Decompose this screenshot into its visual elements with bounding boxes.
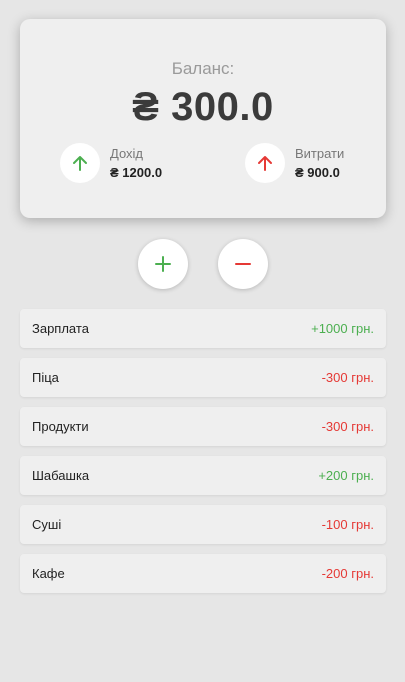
add-transaction-button[interactable] xyxy=(138,239,188,289)
expense-label: Витрати xyxy=(295,146,345,161)
transaction-amount: -100 грн. xyxy=(321,517,374,532)
transaction-name: Кафе xyxy=(32,566,65,581)
transaction-row[interactable]: Суші -100 грн. xyxy=(20,505,386,544)
balance-card: Баланс: ₴ 300.0 Дохід ₴ 1200.0 Витрати ₴… xyxy=(20,19,386,218)
transaction-name: Продукти xyxy=(32,419,89,434)
transaction-name: Піца xyxy=(32,370,59,385)
transaction-amount: -200 грн. xyxy=(321,566,374,581)
arrow-up-icon xyxy=(258,156,272,171)
transaction-amount: +1000 грн. xyxy=(311,321,374,336)
add-expense-button[interactable] xyxy=(218,239,268,289)
transaction-row[interactable]: Кафе -200 грн. xyxy=(20,554,386,593)
balance-label: Баланс: xyxy=(171,59,235,78)
transaction-amount: -300 грн. xyxy=(321,419,374,434)
expense-amount: ₴ 900.0 xyxy=(295,165,340,180)
income-amount: ₴ 1200.0 xyxy=(110,165,163,180)
minus-icon xyxy=(235,263,251,265)
transaction-name: Шабашка xyxy=(32,468,90,483)
balance-value: ₴ 300.0 xyxy=(132,85,274,129)
arrow-up-icon xyxy=(73,156,87,171)
income-label: Дохід xyxy=(110,146,144,161)
expense-icon-circle xyxy=(245,143,285,183)
transaction-amount: -300 грн. xyxy=(321,370,374,385)
transaction-row[interactable]: Зарплата +1000 грн. xyxy=(20,309,386,348)
transaction-name: Суші xyxy=(32,517,62,532)
transaction-name: Зарплата xyxy=(32,321,89,336)
transaction-amount: +200 грн. xyxy=(318,468,374,483)
transaction-list: Зарплата +1000 грн. Піца -300 грн. Проду… xyxy=(20,309,386,603)
transaction-row[interactable]: Шабашка +200 грн. xyxy=(20,456,386,495)
transaction-row[interactable]: Піца -300 грн. xyxy=(20,358,386,397)
transaction-row[interactable]: Продукти -300 грн. xyxy=(20,407,386,446)
income-icon-circle xyxy=(60,143,100,183)
plus-icon xyxy=(155,256,171,272)
